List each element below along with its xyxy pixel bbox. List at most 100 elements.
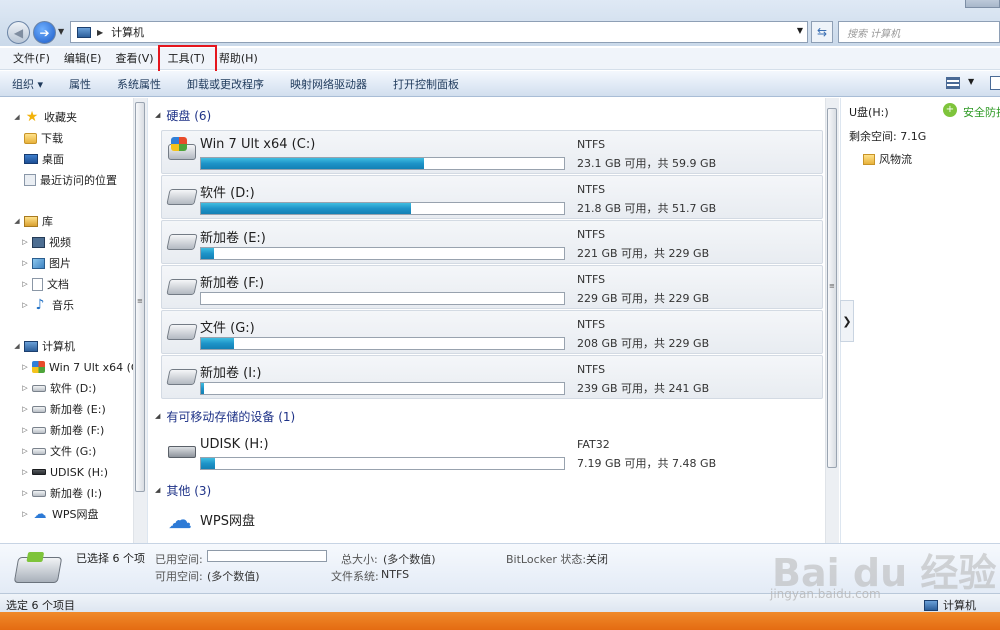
drive-name: Win 7 Ult x64 (C:) xyxy=(200,137,316,152)
drive-tile-e[interactable]: 新加卷 (E:) NTFS 221 GB 可用，共 229 GB xyxy=(161,220,823,264)
nav-computer[interactable]: ◢ 计算机 xyxy=(12,337,75,355)
system-properties-button[interactable]: 系统属性 xyxy=(117,76,161,92)
drive-filesystem: NTFS xyxy=(577,363,606,376)
collapsed-icon[interactable]: ▷ xyxy=(20,510,30,518)
nav-item-drive-c[interactable]: ▷ Win 7 Ult x64 (C xyxy=(20,358,138,376)
preview-pane-icon[interactable] xyxy=(990,76,1000,90)
free-space-label: 可用空间: xyxy=(155,570,203,583)
menu-tools[interactable]: 工具(T) xyxy=(157,44,218,75)
collapsed-icon[interactable]: ▷ xyxy=(20,280,30,288)
nav-item-recent-places[interactable]: 最近访问的位置 xyxy=(24,171,117,189)
content-area: ◢ 硬盘 (6) Win 7 Ult x64 (C:) NTFS 23.1 GB … xyxy=(149,98,839,547)
address-field[interactable]: ▶ 计算机 ▼ xyxy=(70,21,808,43)
collapsed-icon[interactable]: ▷ xyxy=(20,238,30,246)
status-text: 选定 6 个项目 xyxy=(6,599,75,612)
drive-name: UDISK (H:) xyxy=(200,437,269,452)
expanded-icon[interactable]: ◢ xyxy=(12,342,22,350)
nav-item-music[interactable]: ▷ ♪ 音乐 xyxy=(20,296,74,314)
item-wps-cloud[interactable]: ☁ WPS网盘 xyxy=(161,503,823,547)
baidu-watermark-url: jingyan.baidu.com xyxy=(770,587,881,601)
nav-favorites[interactable]: ◢ ★ 收藏夹 xyxy=(12,108,77,126)
organize-button[interactable]: 组织 ▾ xyxy=(12,76,43,92)
forward-arrow-icon: ➔ xyxy=(39,25,50,40)
collapsed-icon[interactable]: ▷ xyxy=(20,426,30,434)
open-control-panel-button[interactable]: 打开控制面板 xyxy=(393,76,459,92)
nav-item-documents[interactable]: ▷ 文档 xyxy=(20,275,69,293)
recent-pages-dropdown[interactable]: ▼ xyxy=(58,27,64,36)
nav-item-pictures[interactable]: ▷ 图片 xyxy=(20,254,71,272)
nav-item-videos[interactable]: ▷ 视频 xyxy=(20,233,71,251)
search-input[interactable]: 搜索 计算机 xyxy=(838,21,1000,43)
bitlocker-label: BitLocker 状态: xyxy=(506,553,587,566)
drive-tile-g[interactable]: 文件 (G:) NTFS 208 GB 可用，共 229 GB xyxy=(161,310,823,354)
nav-item-downloads[interactable]: 下载 xyxy=(24,129,63,147)
drive-name: 新加卷 (I:) xyxy=(200,366,262,381)
nav-item-drive-h[interactable]: ▷ UDISK (H:) xyxy=(20,463,108,481)
drive-tile-d[interactable]: 软件 (D:) NTFS 21.8 GB 可用，共 51.7 GB xyxy=(161,175,823,219)
collapsed-icon[interactable]: ▷ xyxy=(20,489,30,497)
uninstall-program-button[interactable]: 卸载或更改程序 xyxy=(187,76,264,92)
map-network-drive-button[interactable]: 映射网络驱动器 xyxy=(290,76,367,92)
collapsed-icon[interactable]: ▷ xyxy=(20,301,30,309)
nav-item-drive-d[interactable]: ▷ 软件 (D:) xyxy=(20,379,96,397)
address-dropdown-icon[interactable]: ▼ xyxy=(797,26,803,35)
preview-folder-item[interactable]: 风物流 xyxy=(863,151,912,167)
collapsed-icon[interactable]: ▷ xyxy=(20,384,30,392)
nav-item-drive-e[interactable]: ▷ 新加卷 (E:) xyxy=(20,400,105,418)
breadcrumb-separator-icon[interactable]: ▶ xyxy=(97,28,103,37)
drive-tile-f[interactable]: 新加卷 (F:) NTFS 229 GB 可用，共 229 GB xyxy=(161,265,823,309)
group-collapse-icon[interactable]: ◢ xyxy=(155,486,160,494)
chevron-right-icon: ❯ xyxy=(842,314,852,328)
nav-item-wps-cloud[interactable]: ▷ ☁ WPS网盘 xyxy=(20,505,98,523)
drive-capacity: 229 GB 可用，共 229 GB xyxy=(577,292,710,305)
capacity-bar xyxy=(200,157,565,170)
security-link[interactable]: 安全防护 xyxy=(963,104,1000,120)
group-other[interactable]: ◢ 其他 (3) xyxy=(155,481,211,499)
cloud-icon: ☁ xyxy=(168,506,192,534)
capacity-bar xyxy=(200,202,565,215)
capacity-fill xyxy=(201,203,411,214)
nav-label: 桌面 xyxy=(42,153,64,166)
drive-tile-h[interactable]: UDISK (H:) FAT32 7.19 GB 可用，共 7.48 GB xyxy=(161,430,823,474)
collapsed-icon[interactable]: ▷ xyxy=(20,405,30,413)
expanded-icon[interactable]: ◢ xyxy=(12,113,22,121)
recent-places-icon xyxy=(24,174,36,186)
collapsed-icon[interactable]: ▷ xyxy=(20,447,30,455)
expand-pane-button[interactable]: ❯ xyxy=(840,300,854,342)
filesystem-label: 文件系统: xyxy=(331,570,379,583)
view-dropdown-icon[interactable]: ▼ xyxy=(968,77,974,86)
forward-button[interactable]: ➔ xyxy=(33,21,56,44)
total-size-label: 总大小: xyxy=(341,553,378,566)
back-button[interactable]: ◀ xyxy=(7,21,30,44)
group-collapse-icon[interactable]: ◢ xyxy=(155,412,160,420)
capacity-fill xyxy=(201,458,216,469)
group-hard-disks[interactable]: ◢ 硬盘 (6) xyxy=(155,106,211,124)
change-view-icon[interactable] xyxy=(946,77,960,89)
collapsed-icon[interactable]: ▷ xyxy=(20,259,30,267)
nav-libraries[interactable]: ◢ 库 xyxy=(12,212,53,230)
windows-drive-icon xyxy=(32,361,45,373)
collapsed-icon[interactable]: ▷ xyxy=(20,363,30,371)
properties-button[interactable]: 属性 xyxy=(69,76,91,92)
breadcrumb-computer[interactable]: 计算机 xyxy=(111,24,144,40)
menu-file[interactable]: 文件(F) xyxy=(6,49,57,69)
group-removable[interactable]: ◢ 有可移动存储的设备 (1) xyxy=(155,407,295,425)
refresh-button[interactable]: ⇆ xyxy=(811,21,833,43)
computer-icon xyxy=(924,599,938,611)
nav-item-drive-f[interactable]: ▷ 新加卷 (F:) xyxy=(20,421,104,439)
expanded-icon[interactable]: ◢ xyxy=(12,217,22,225)
drive-tile-c[interactable]: Win 7 Ult x64 (C:) NTFS 23.1 GB 可用，共 59.… xyxy=(161,130,823,174)
group-collapse-icon[interactable]: ◢ xyxy=(155,111,160,119)
collapsed-icon[interactable]: ▷ xyxy=(20,468,30,476)
menu-view[interactable]: 查看(V) xyxy=(108,49,160,69)
security-shield-icon[interactable]: + xyxy=(943,103,957,117)
nav-item-drive-i[interactable]: ▷ 新加卷 (I:) xyxy=(20,484,102,502)
nav-item-drive-g[interactable]: ▷ 文件 (G:) xyxy=(20,442,96,460)
group-label: 硬盘 (6) xyxy=(166,108,212,123)
nav-item-desktop[interactable]: 桌面 xyxy=(24,150,64,168)
drive-tile-i[interactable]: 新加卷 (I:) NTFS 239 GB 可用，共 241 GB xyxy=(161,355,823,399)
menu-edit[interactable]: 编辑(E) xyxy=(57,49,109,69)
menu-help[interactable]: 帮助(H) xyxy=(212,49,265,69)
window-controls[interactable] xyxy=(965,0,1000,8)
nav-label: 图片 xyxy=(49,257,71,270)
